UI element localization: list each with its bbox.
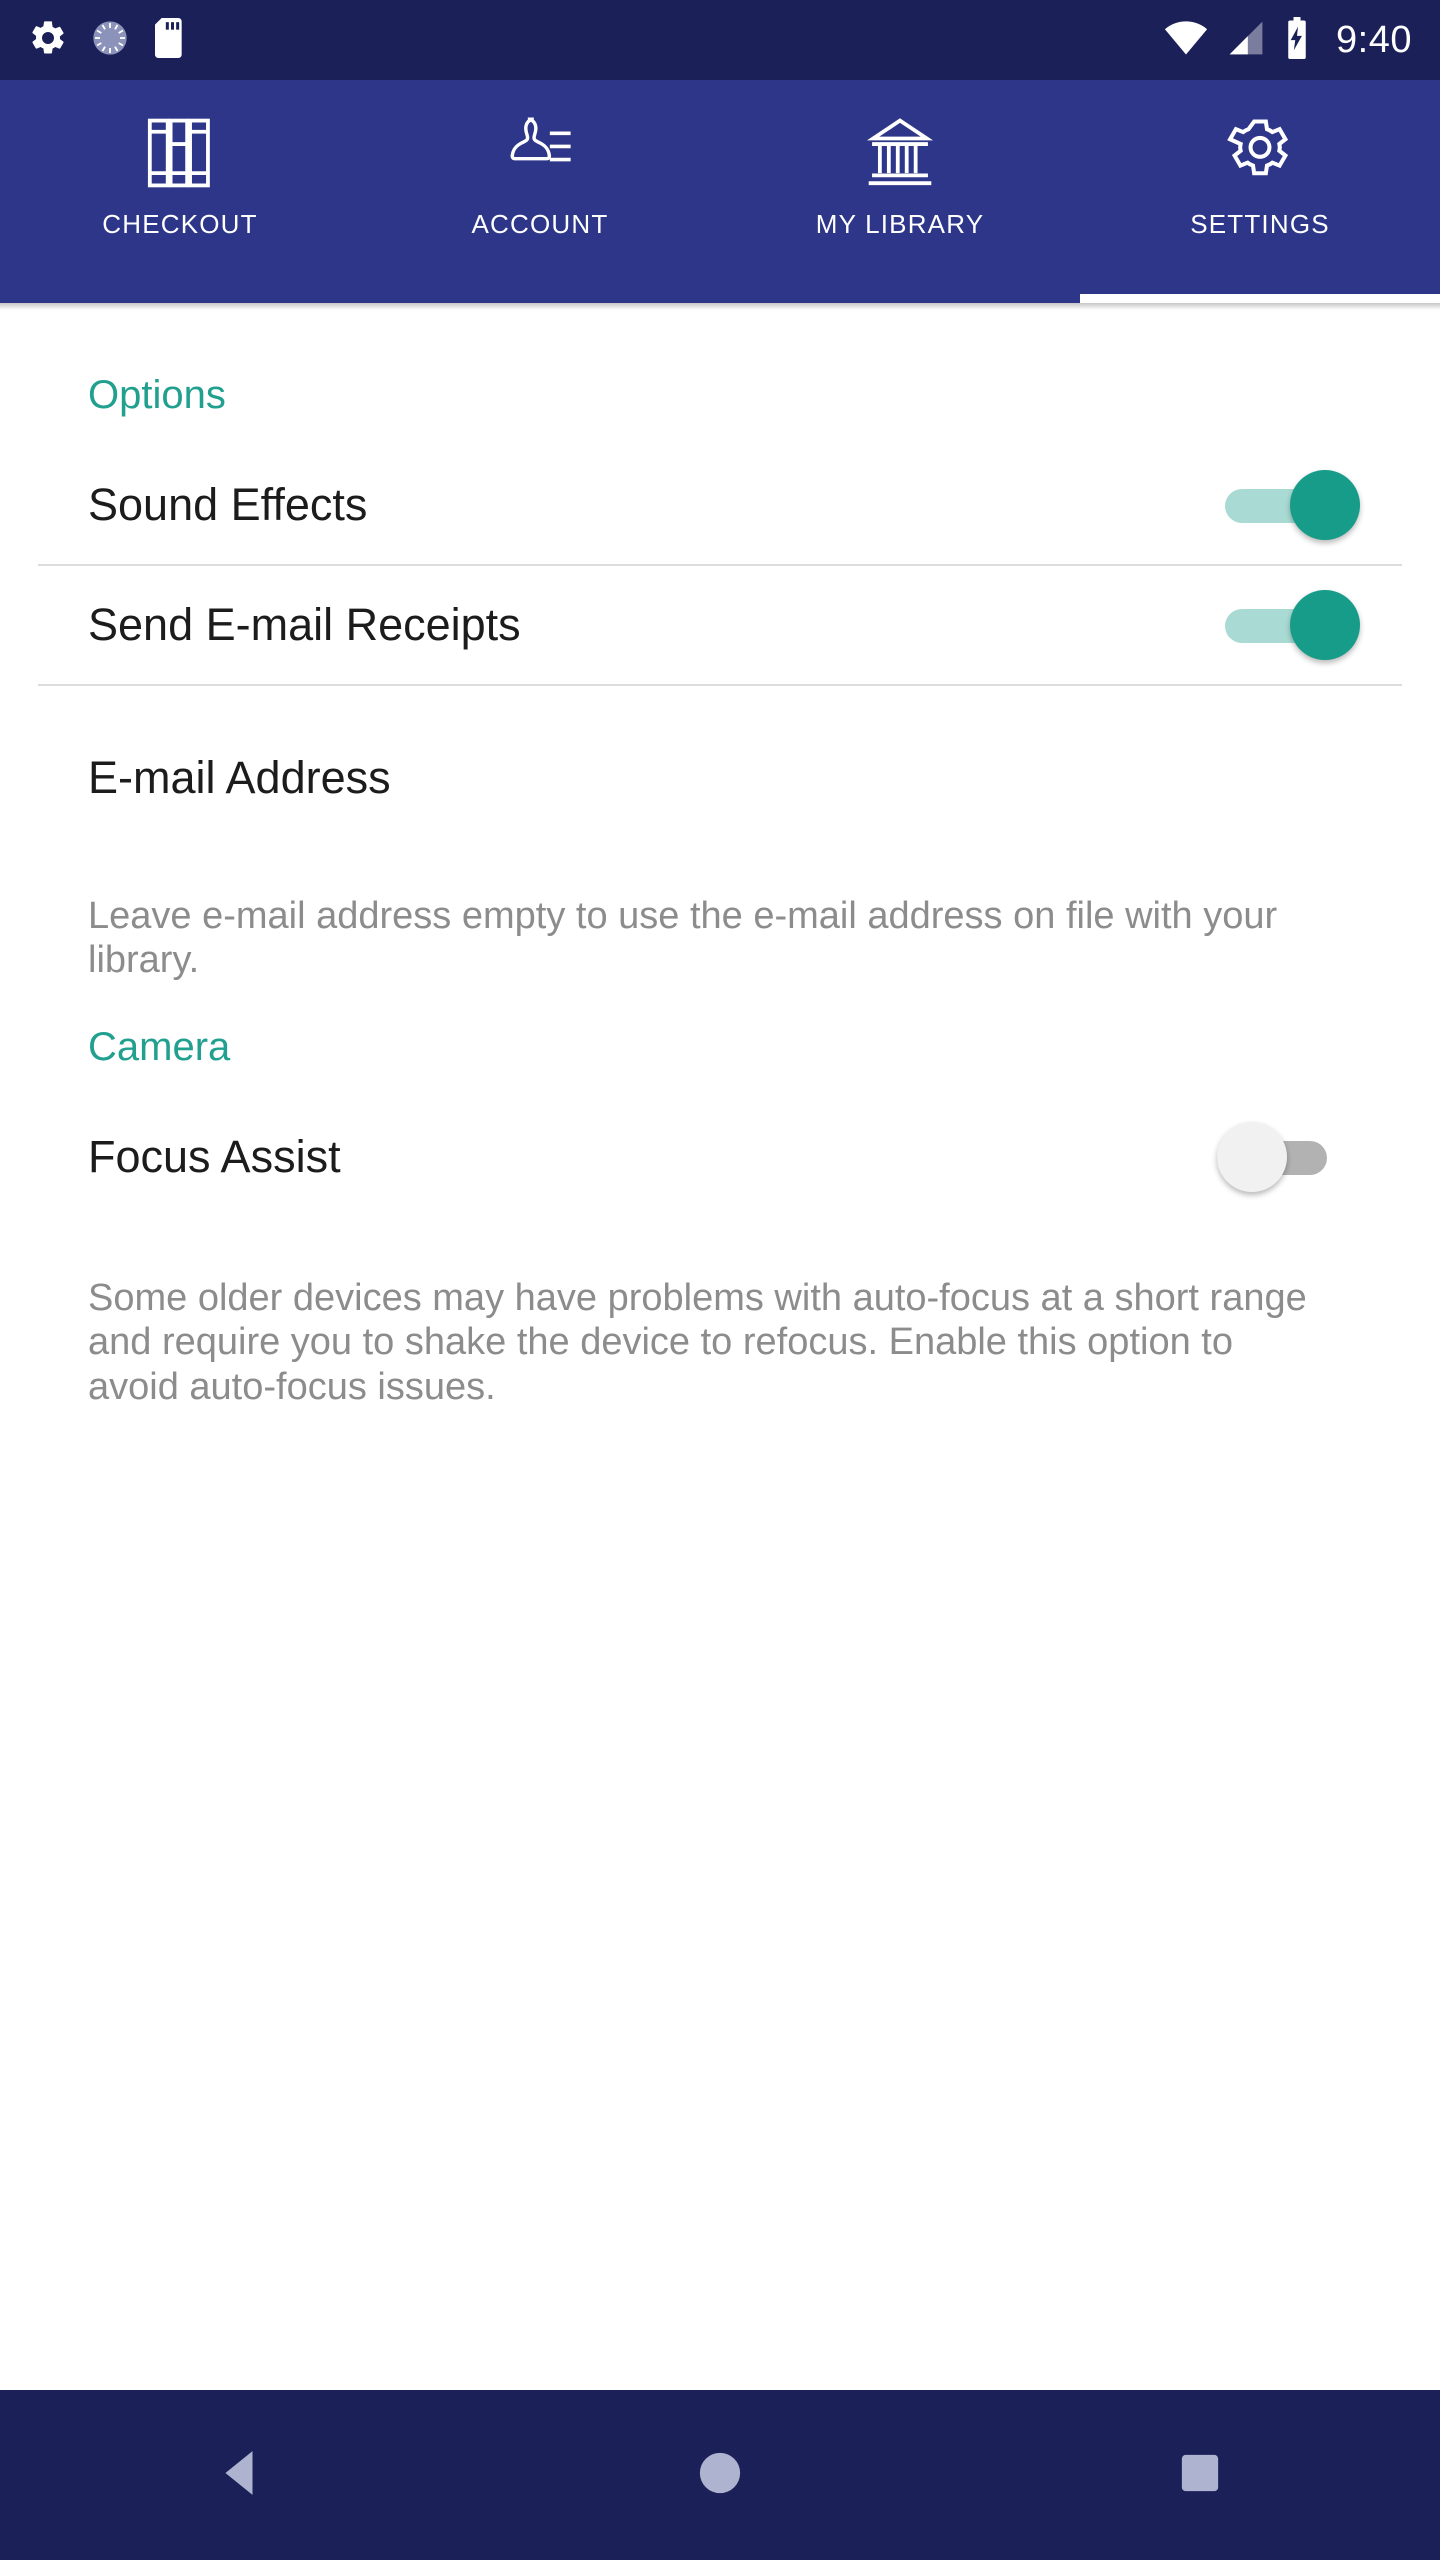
gear-icon — [1224, 110, 1296, 195]
sync-progress-icon — [90, 18, 130, 63]
tab-account-label: ACCOUNT — [471, 209, 609, 239]
settings-gear-icon — [28, 18, 68, 63]
home-button[interactable] — [630, 2448, 810, 2503]
row-divider — [38, 684, 1402, 686]
sd-card-icon — [152, 17, 188, 63]
email-address-label: E-mail Address — [88, 752, 391, 803]
toggle-thumb — [1217, 1121, 1287, 1192]
tab-my-library-label: MY LIBRARY — [815, 209, 985, 239]
row-email-receipts[interactable]: Send E-mail Receipts — [0, 566, 1440, 684]
sound-effects-toggle[interactable] — [1217, 470, 1360, 540]
top-tab-bar: CHECKOUT ACCOUNT MY LIBRARY SETTINGS — [0, 80, 1440, 303]
app-bar-shadow — [0, 303, 1440, 310]
tab-checkout-label: CHECKOUT — [102, 209, 258, 239]
status-bar: 9:40 — [0, 0, 1440, 80]
cellular-signal-icon — [1226, 21, 1266, 60]
settings-content: Options Sound Effects Send E-mail Receip… — [0, 310, 1440, 2390]
tab-checkout[interactable]: CHECKOUT — [0, 80, 360, 303]
sound-effects-label: Sound Effects — [88, 479, 368, 530]
books-icon — [145, 110, 215, 195]
focus-assist-help-text: Some older devices may have problems wit… — [88, 1276, 1307, 1408]
row-sound-effects[interactable]: Sound Effects — [0, 446, 1440, 564]
tab-settings[interactable]: SETTINGS — [1080, 80, 1440, 303]
recents-button[interactable] — [1110, 2450, 1290, 2501]
wifi-icon — [1164, 20, 1208, 60]
tab-settings-label: SETTINGS — [1190, 209, 1330, 239]
section-header-camera: Camera — [88, 1024, 231, 1069]
tab-indicator-active — [1080, 294, 1440, 303]
toggle-thumb — [1290, 470, 1360, 540]
library-building-icon — [864, 110, 936, 195]
email-address-help-text: Leave e-mail address empty to use the e-… — [88, 895, 1278, 982]
email-receipts-label: Send E-mail Receipts — [88, 599, 521, 650]
row-focus-assist[interactable]: Focus Assist — [0, 1098, 1440, 1216]
status-bar-clock: 9:40 — [1336, 18, 1412, 61]
person-card-icon — [505, 110, 575, 195]
status-bar-left-icons — [28, 17, 188, 63]
back-button[interactable] — [150, 2448, 330, 2503]
email-address-field[interactable]: E-mail Address — [0, 708, 1440, 848]
square-recents-icon — [1179, 2450, 1221, 2501]
battery-charging-icon — [1284, 16, 1310, 64]
section-header-options: Options — [88, 373, 226, 417]
system-navigation-bar — [0, 2390, 1440, 2560]
tab-account[interactable]: ACCOUNT — [360, 80, 720, 303]
toggle-thumb — [1290, 590, 1360, 660]
focus-assist-label: Focus Assist — [88, 1130, 341, 1182]
tab-my-library[interactable]: MY LIBRARY — [720, 80, 1080, 303]
app-screen: 9:40 CHECKOUT ACCOUNT MY LIBRARY SETTING… — [0, 0, 1440, 2560]
status-bar-right-icons: 9:40 — [1164, 16, 1412, 64]
email-receipts-toggle[interactable] — [1217, 590, 1360, 660]
triangle-back-icon — [217, 2448, 263, 2503]
focus-assist-toggle[interactable] — [1217, 1121, 1352, 1192]
circle-home-icon — [697, 2448, 743, 2503]
